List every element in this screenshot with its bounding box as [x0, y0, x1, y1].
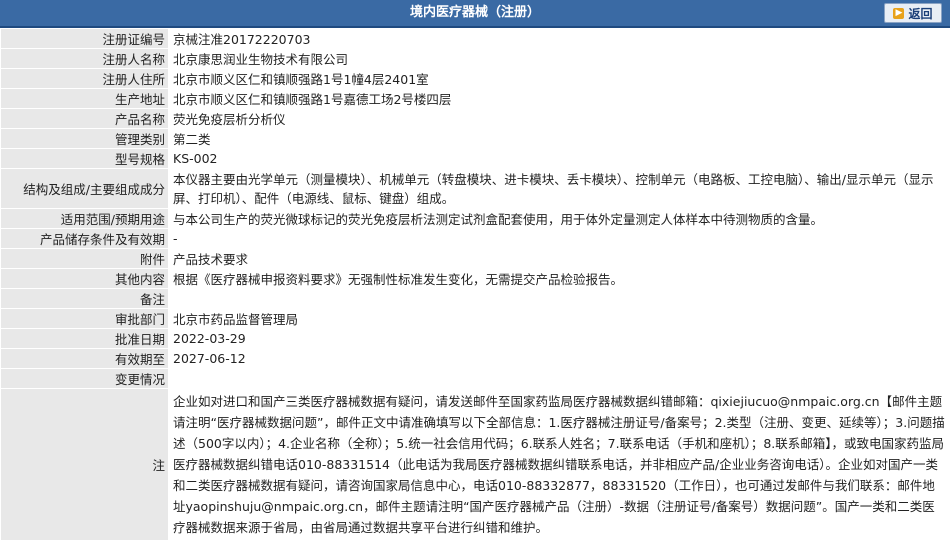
table-row: 产品储存条件及有效期 -	[0, 228, 950, 249]
row-label: 结构及组成/主要组成成分	[0, 168, 169, 209]
row-label: 备注	[0, 288, 169, 309]
row-label: 其他内容	[0, 268, 169, 289]
table-row: 产品名称 荧光免疫层析分析仪	[0, 108, 950, 129]
row-label: 产品名称	[0, 108, 169, 129]
table-row: 其他内容 根据《医疗器械申报资料要求》无强制性标准发生变化，无需提交产品检验报告。	[0, 268, 950, 289]
row-value: -	[168, 228, 950, 249]
row-label: 批准日期	[0, 328, 169, 349]
row-value: 本仪器主要由光学单元（测量模块）、机械单元（转盘模块、进卡模块、丢卡模块）、控制…	[168, 168, 950, 209]
page-header: 境内医疗器械（注册） ▶ 返回	[0, 0, 950, 28]
table-row: 变更情况	[0, 368, 950, 389]
row-label: 注册人名称	[0, 48, 169, 69]
row-label: 管理类别	[0, 128, 169, 149]
row-value: 北京康思润业生物技术有限公司	[168, 48, 950, 69]
row-value: 北京市顺义区仁和镇顺强路1号嘉德工场2号楼四层	[168, 88, 950, 109]
row-value: 京械注准20172220703	[168, 28, 950, 49]
row-value: 2027-06-12	[168, 348, 950, 369]
row-label: 审批部门	[0, 308, 169, 329]
table-row: 管理类别 第二类	[0, 128, 950, 149]
table-row: 批准日期 2022-03-29	[0, 328, 950, 349]
table-row: 生产地址 北京市顺义区仁和镇顺强路1号嘉德工场2号楼四层	[0, 88, 950, 109]
row-label: 有效期至	[0, 348, 169, 369]
table-row: 附件 产品技术要求	[0, 248, 950, 269]
row-label: 产品储存条件及有效期	[0, 228, 169, 249]
page-title: 境内医疗器械（注册）	[409, 5, 540, 20]
row-label: 注册证编号	[0, 28, 169, 49]
row-value: 第二类	[168, 128, 950, 149]
row-label: 适用范围/预期用途	[0, 208, 169, 229]
table-row: 注册人住所 北京市顺义区仁和镇顺强路1号1幢4层2401室	[0, 68, 950, 89]
row-label: 附件	[0, 248, 169, 269]
table-row: 结构及组成/主要组成成分 本仪器主要由光学单元（测量模块）、机械单元（转盘模块、进…	[0, 168, 950, 209]
row-label: 生产地址	[0, 88, 169, 109]
row-value: 北京市顺义区仁和镇顺强路1号1幢4层2401室	[168, 68, 950, 89]
row-label: 注册人住所	[0, 68, 169, 89]
back-button-label: 返回	[908, 6, 933, 21]
back-arrow-icon: ▶	[893, 7, 905, 19]
table-row: 注册人名称 北京康思润业生物技术有限公司	[0, 48, 950, 69]
row-label: 型号规格	[0, 148, 169, 169]
note-row: 注企业如对进口和国产三类医疗器械数据有疑问，请发送邮件至国家药监局医疗器械数据纠…	[0, 388, 950, 541]
table-row: 适用范围/预期用途 与本公司生产的荧光微球标记的荧光免疫层析法测定试剂盒配套使用，…	[0, 208, 950, 229]
note-text: 企业如对进口和国产三类医疗器械数据有疑问，请发送邮件至国家药监局医疗器械数据纠错…	[173, 394, 945, 535]
row-value: 2022-03-29	[168, 328, 950, 349]
table-row: 审批部门 北京市药品监督管理局	[0, 308, 950, 329]
detail-table: 注册证编号 京械注准20172220703 注册人名称 北京康思润业生物技术有限公司注…	[0, 28, 950, 541]
table-row: 型号规格 KS-002	[0, 148, 950, 169]
row-value	[168, 288, 950, 309]
row-value: 根据《医疗器械申报资料要求》无强制性标准发生变化，无需提交产品检验报告。	[168, 268, 950, 289]
row-label: 变更情况	[0, 368, 169, 389]
note-label: 注	[0, 388, 169, 541]
row-value: KS-002	[168, 148, 950, 169]
table-row: 有效期至 2027-06-12	[0, 348, 950, 369]
row-value: 与本公司生产的荧光微球标记的荧光免疫层析法测定试剂盒配套使用，用于体外定量测定人…	[168, 208, 950, 229]
row-value	[168, 368, 950, 389]
table-row: 注册证编号 京械注准20172220703	[0, 28, 950, 49]
row-value: 荧光免疫层析分析仪	[168, 108, 950, 129]
row-value: 北京市药品监督管理局	[168, 308, 950, 329]
note-value: 企业如对进口和国产三类医疗器械数据有疑问，请发送邮件至国家药监局医疗器械数据纠错…	[168, 388, 950, 541]
table-row: 备注	[0, 288, 950, 309]
back-button[interactable]: ▶ 返回	[884, 3, 942, 23]
row-value: 产品技术要求	[168, 248, 950, 269]
